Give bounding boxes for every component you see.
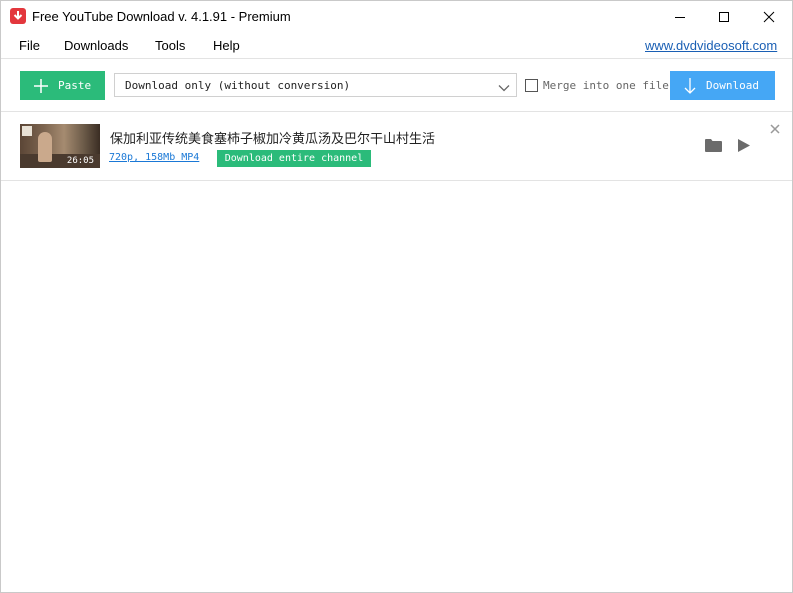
download-item[interactable]: 26:05 保加利亚传统美食塞柿子椒加冷黄瓜汤及巴尔干山村生活 720p, 15…: [1, 112, 792, 180]
menu-tools[interactable]: Tools: [155, 38, 185, 53]
app-download-icon: [10, 8, 26, 24]
conversion-mode-select[interactable]: Download only (without conversion): [114, 73, 517, 97]
download-button[interactable]: Download: [670, 71, 775, 100]
download-label: Download: [706, 79, 759, 92]
chevron-down-icon: [498, 80, 510, 98]
app-window: Free YouTube Download v. 4.1.91 - Premiu…: [0, 0, 793, 593]
minimize-button[interactable]: [657, 1, 703, 32]
menu-bar: File Downloads Tools Help www.dvdvideoso…: [1, 32, 792, 58]
website-link[interactable]: www.dvdvideosoft.com: [645, 38, 777, 53]
menu-downloads[interactable]: Downloads: [64, 38, 128, 53]
paste-button[interactable]: Paste: [20, 71, 105, 100]
remove-icon[interactable]: [770, 121, 780, 139]
folder-icon[interactable]: [705, 139, 722, 157]
channel-logo: [22, 126, 32, 136]
play-icon[interactable]: [737, 139, 750, 157]
maximize-icon: [719, 11, 729, 22]
menu-file[interactable]: File: [19, 38, 40, 53]
arrow-down-icon: [684, 77, 696, 94]
paste-label: Paste: [58, 79, 92, 92]
close-button[interactable]: [746, 1, 792, 32]
conversion-mode-value: Download only (without conversion): [125, 79, 351, 92]
merge-label: Merge into one file: [543, 79, 669, 92]
menu-divider: [1, 58, 792, 59]
format-link[interactable]: 720p, 158Mb MP4: [109, 152, 199, 163]
minimize-icon: [675, 16, 685, 18]
close-icon: [763, 11, 775, 22]
merge-checkbox[interactable]: [525, 79, 538, 92]
video-title: 保加利亚传统美食塞柿子椒加冷黄瓜汤及巴尔干山村生活: [110, 132, 436, 147]
menu-help[interactable]: Help: [213, 38, 240, 53]
download-channel-button[interactable]: Download entire channel: [217, 150, 371, 167]
video-duration: 26:05: [66, 156, 94, 166]
title-bar: Free YouTube Download v. 4.1.91 - Premiu…: [1, 1, 792, 32]
maximize-button[interactable]: [701, 1, 747, 32]
item-divider: [1, 180, 792, 181]
video-thumbnail[interactable]: 26:05: [20, 124, 100, 168]
window-title: Free YouTube Download v. 4.1.91 - Premiu…: [32, 9, 291, 24]
plus-icon: [34, 78, 48, 93]
